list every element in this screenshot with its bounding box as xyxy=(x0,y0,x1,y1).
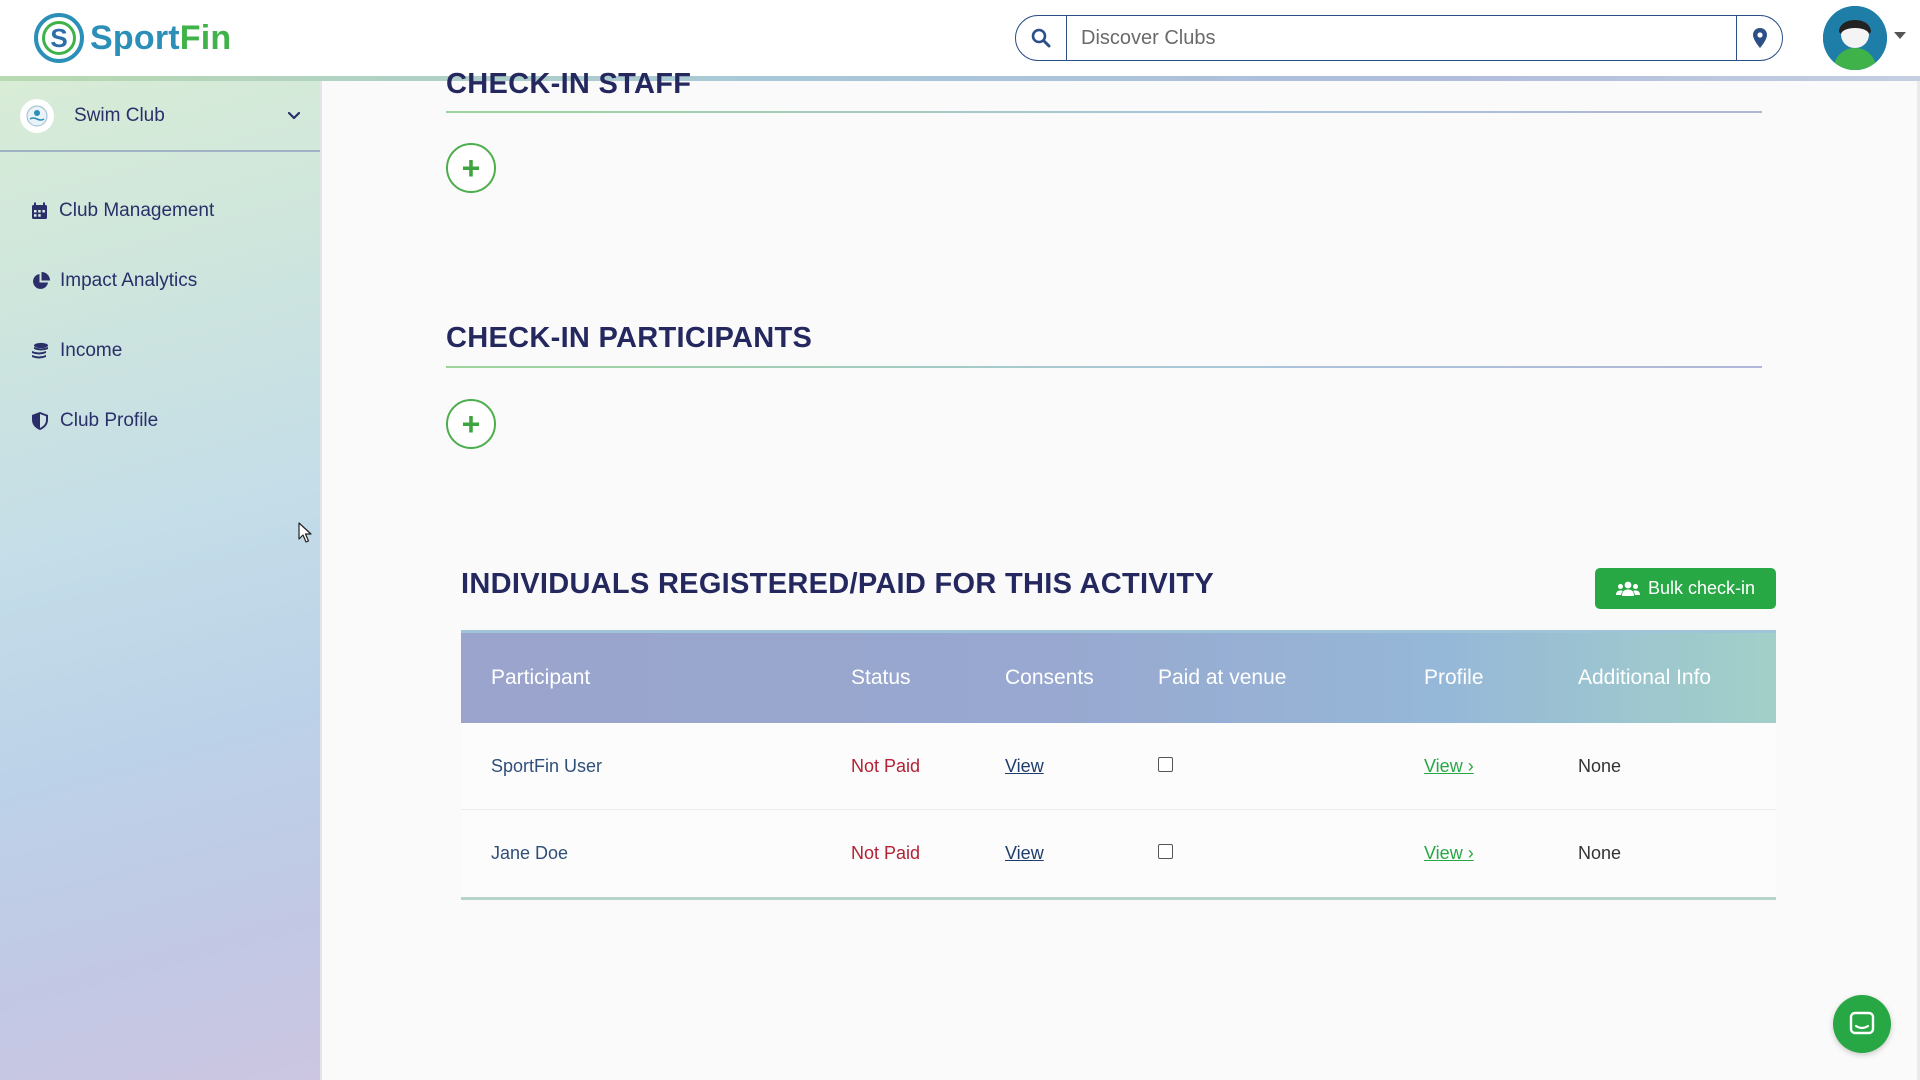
search-bar xyxy=(1015,15,1783,61)
bulk-check-in-button[interactable]: Bulk check-in xyxy=(1595,568,1776,609)
calendar-icon xyxy=(29,201,49,221)
column-header-participant: Participant xyxy=(491,666,591,689)
logo-mark-icon: S xyxy=(34,13,84,63)
sportfin-logo[interactable]: S SportFin xyxy=(34,12,231,64)
table-row: SportFin User Not Paid View View › None xyxy=(461,723,1776,810)
logo-text: SportFin xyxy=(90,19,231,58)
column-header-consents: Consents xyxy=(1005,666,1094,689)
sidebar-item-label: Impact Analytics xyxy=(60,270,198,291)
add-participant-button[interactable]: + xyxy=(446,399,496,449)
table-header-row: Participant Status Consents Paid at venu… xyxy=(461,630,1776,723)
plus-icon: + xyxy=(461,406,481,442)
staff-section-divider xyxy=(446,111,1762,113)
consents-view-link[interactable]: View xyxy=(1005,843,1044,863)
column-header-paid-at-venue: Paid at venue xyxy=(1158,666,1287,689)
sidebar-item-label: Income xyxy=(60,340,123,361)
participants-section-divider xyxy=(446,366,1762,368)
chevron-down-icon xyxy=(288,111,300,119)
sidebar-item-impact-analytics[interactable]: Impact Analytics xyxy=(0,246,320,316)
logo-text-sport: Sport xyxy=(90,18,180,57)
chat-launcher-button[interactable] xyxy=(1833,995,1891,1053)
profile-view-link[interactable]: View › xyxy=(1424,756,1474,776)
check-in-participants-title: CHECK-IN PARTICIPANTS xyxy=(446,322,813,354)
additional-info-value: None xyxy=(1578,843,1622,863)
search-icon xyxy=(1031,28,1051,48)
consents-view-link[interactable]: View xyxy=(1005,756,1044,776)
user-avatar-icon xyxy=(1823,6,1887,70)
payment-status: Not Paid xyxy=(851,843,921,863)
shield-icon xyxy=(30,411,50,431)
table-row: Jane Doe Not Paid View View › None xyxy=(461,810,1776,897)
registered-participants-table: Participant Status Consents Paid at venu… xyxy=(461,630,1776,900)
chat-icon xyxy=(1849,1011,1875,1035)
participant-name: Jane Doe xyxy=(491,843,569,863)
registered-individuals-title: INDIVIDUALS REGISTERED/PAID FOR THIS ACT… xyxy=(461,568,1215,600)
column-header-profile: Profile xyxy=(1424,666,1484,689)
user-avatar[interactable] xyxy=(1823,6,1887,70)
account-dropdown-caret-icon[interactable] xyxy=(1894,32,1906,39)
sidebar-item-label: Club Profile xyxy=(60,410,159,431)
payment-status: Not Paid xyxy=(851,755,921,776)
additional-info-value: None xyxy=(1578,755,1622,776)
club-logo-icon xyxy=(20,98,54,133)
participant-name: SportFin User xyxy=(491,755,603,776)
top-header: S SportFin xyxy=(0,0,1920,76)
sidebar-item-income[interactable]: Income xyxy=(0,316,320,386)
paid-at-venue-checkbox[interactable] xyxy=(1158,844,1173,859)
profile-view-link[interactable]: View › xyxy=(1424,843,1474,863)
map-pin-icon xyxy=(1752,28,1767,48)
pie-chart-icon xyxy=(30,271,50,291)
plus-icon: + xyxy=(461,150,481,186)
search-input[interactable] xyxy=(1067,16,1736,60)
bulk-check-in-label: Bulk check-in xyxy=(1647,578,1756,598)
club-name: Swim Club xyxy=(74,104,165,126)
coins-icon xyxy=(30,341,50,361)
check-in-staff-title: CHECK-IN STAFF xyxy=(446,68,692,100)
paid-at-venue-checkbox[interactable] xyxy=(1158,756,1173,772)
mouse-cursor-icon xyxy=(298,522,312,543)
location-button[interactable] xyxy=(1736,16,1782,60)
users-icon xyxy=(1615,581,1640,596)
column-header-additional-info: Additional Info xyxy=(1578,666,1712,689)
sidebar-item-club-management[interactable]: Club Management xyxy=(0,176,320,246)
add-staff-button[interactable]: + xyxy=(446,143,496,193)
club-selector[interactable]: Swim Club xyxy=(0,81,320,152)
column-header-status: Status xyxy=(851,666,911,689)
logo-mark-letter: S xyxy=(50,22,68,53)
logo-text-fin: Fin xyxy=(179,18,232,57)
sidebar-item-label: Club Management xyxy=(59,200,215,221)
sidebar-item-club-profile[interactable]: Club Profile xyxy=(0,386,320,456)
search-button[interactable] xyxy=(1016,16,1067,60)
sidebar: Swim Club Club Management Impact Analyti… xyxy=(0,81,322,1080)
